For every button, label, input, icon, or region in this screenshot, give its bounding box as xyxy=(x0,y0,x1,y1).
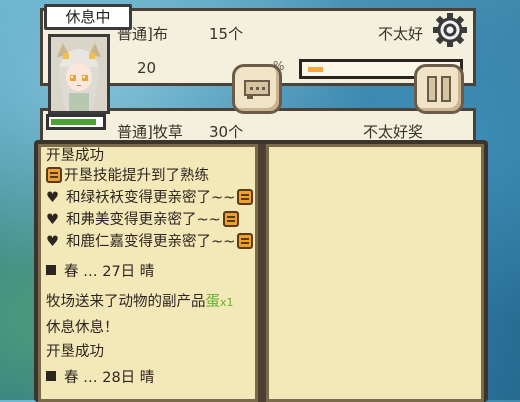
log-line: 休息休息！ xyxy=(46,318,119,338)
emoji-icon xyxy=(222,211,239,227)
heart-icon: ♥ xyxy=(46,212,59,228)
log-text: 和鹿仁嘉变得更亲密了~~ xyxy=(66,234,236,250)
book-spine xyxy=(258,144,266,402)
character-avatar[interactable] xyxy=(48,34,110,114)
journal-page-right[interactable] xyxy=(266,144,484,402)
date-marker-icon xyxy=(46,371,56,381)
log-text: 春 … 28日 晴 xyxy=(64,370,155,386)
log-line: ♥ 和弗美变得更亲密了~~ xyxy=(46,210,241,230)
log-line: 开垦成功 xyxy=(46,342,104,362)
mood-label: 不太好奖 xyxy=(362,123,423,141)
log-line: 牧场送来了动物的副产品蛋x1 xyxy=(46,292,234,312)
progress-fill xyxy=(308,67,324,72)
chat-button[interactable] xyxy=(232,64,282,114)
log-text: 开垦技能提升到了熟练 xyxy=(64,168,209,184)
heart-icon: ♥ xyxy=(46,234,59,250)
log-text: 和绿袄袄变得更亲密了~~ xyxy=(66,190,236,206)
stamina-bar xyxy=(46,114,106,130)
item-count: 30个 xyxy=(209,123,244,141)
item-count: 15个 xyxy=(209,25,244,43)
product-name: 蛋 xyxy=(205,294,221,310)
emoji-icon xyxy=(237,233,254,249)
log-line: 春 … 28日 晴 xyxy=(46,368,154,388)
stamina-fill xyxy=(51,119,96,125)
log-line: 春 … 27日 晴 xyxy=(46,262,154,282)
log-text: 休息休息！ xyxy=(46,320,119,336)
pause-button[interactable] xyxy=(414,64,464,114)
log-text: 开垦成功 xyxy=(46,344,104,360)
heart-icon: ♥ xyxy=(46,190,59,206)
log-text: 春 … 27日 晴 xyxy=(64,264,155,280)
pause-icon xyxy=(427,76,451,102)
gear-icon[interactable] xyxy=(432,12,468,48)
product-count: x1 xyxy=(220,296,234,309)
mood-label: 不太好 xyxy=(377,25,423,43)
log-text: 和弗美变得更亲密了~~ xyxy=(66,212,221,228)
emoji-icon xyxy=(237,189,254,205)
item-number: 20 xyxy=(137,59,157,77)
log-line: ♥ 和绿袄袄变得更亲密了~~ xyxy=(46,188,255,208)
item-name: 普通]牧草 xyxy=(117,123,183,141)
emoji-icon xyxy=(46,167,62,183)
log-line: 开垦技能提升到了熟练 xyxy=(46,166,209,186)
log-text: 牧场送来了动物的副产品 xyxy=(46,294,206,310)
rest-status-badge: 休息中 xyxy=(44,4,132,30)
chat-bubble-icon xyxy=(244,80,270,99)
date-marker-icon xyxy=(46,265,56,275)
log-line: ♥ 和鹿仁嘉变得更亲密了~~ xyxy=(46,232,255,252)
log-line: 开垦成功 xyxy=(46,146,104,166)
log-text: 开垦成功 xyxy=(46,148,104,164)
